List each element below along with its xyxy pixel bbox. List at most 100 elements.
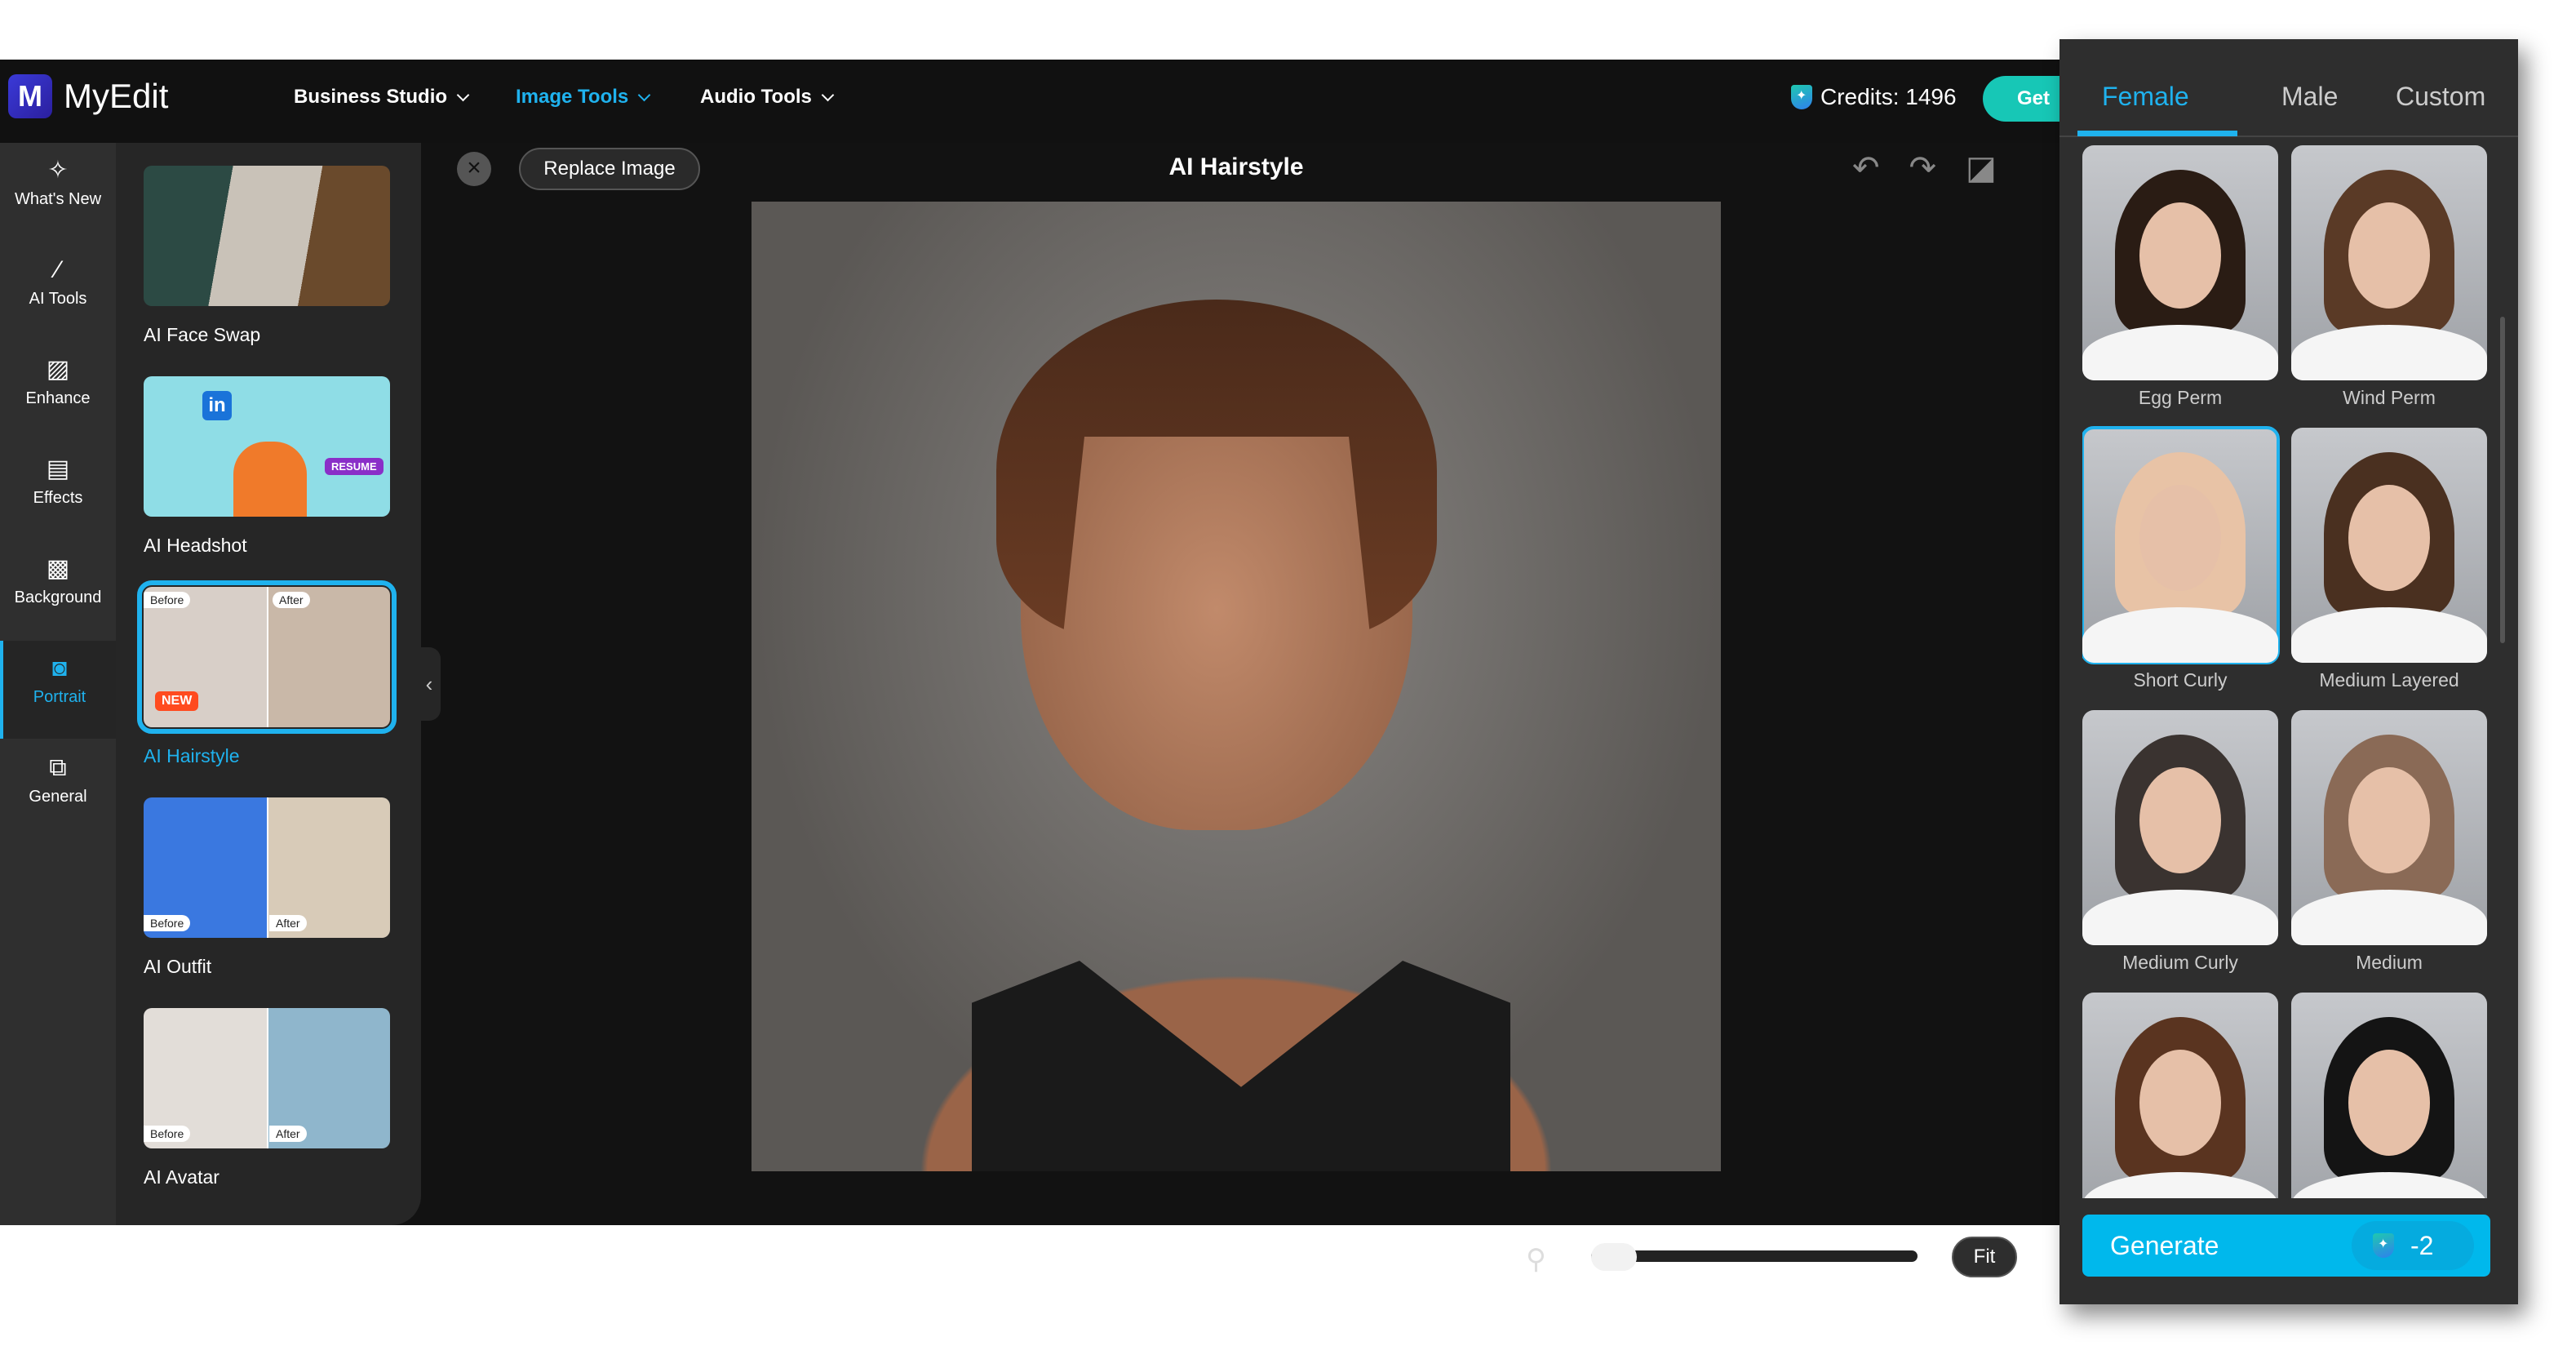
tool-card-avatar[interactable]: Before After AI Avatar: [144, 1008, 390, 1188]
nav-image-tools[interactable]: Image Tools: [516, 86, 651, 109]
headshot-thumbnail: in RESUME: [144, 376, 390, 517]
logo[interactable]: M MyEdit: [8, 74, 168, 118]
sidebar-label: Background: [14, 589, 102, 606]
effects-icon: ▤: [46, 455, 70, 482]
close-icon: ×: [467, 154, 481, 181]
scrollbar[interactable]: [2500, 317, 2505, 643]
undo-icon[interactable]: ↶: [1852, 149, 1880, 187]
face-shape: [2139, 767, 2221, 873]
fit-button[interactable]: Fit: [1952, 1237, 2017, 1277]
chevron-left-icon: ‹: [425, 672, 433, 696]
tool-card-outfit[interactable]: Before After AI Outfit: [144, 797, 390, 978]
portrait-canvas: [752, 202, 1721, 1171]
magic-wand-icon: ⁄: [55, 256, 60, 283]
zoom-slider[interactable]: [1591, 1243, 1918, 1271]
compare-icon[interactable]: ◪: [1966, 149, 1997, 187]
credits-display: Credits: 1496: [1791, 84, 1957, 110]
tool-label: AI Avatar: [144, 1166, 219, 1188]
hairstyle-option[interactable]: Short Curly: [2082, 426, 2280, 691]
sidebar-item-portrait[interactable]: ◙ Portrait: [0, 641, 116, 739]
face-swap-thumbnail: [144, 166, 390, 306]
redo-icon[interactable]: ↷: [1909, 149, 1937, 187]
tool-label: AI Face Swap: [144, 324, 261, 345]
sidebar-label: Enhance: [25, 389, 91, 407]
nav-label: Image Tools: [516, 86, 629, 108]
sidebar-label: Portrait: [33, 688, 86, 706]
tool-card-face-swap[interactable]: AI Face Swap: [144, 166, 390, 346]
close-button[interactable]: ×: [457, 152, 491, 186]
hairstyle-label: Medium Layered: [2319, 669, 2459, 691]
nav-audio-tools[interactable]: Audio Tools: [700, 86, 835, 109]
face-shape: [2139, 1050, 2221, 1156]
credits-label: Credits: 1496: [1820, 84, 1957, 109]
nav-business-studio[interactable]: Business Studio: [294, 86, 470, 109]
chevron-down-icon: [821, 88, 835, 101]
nav-label: Business Studio: [294, 86, 448, 108]
portrait-icon: ◙: [51, 655, 68, 682]
top-bar: M MyEdit Business Studio Image Tools Aud…: [0, 60, 2097, 143]
sidebar-label: AI Tools: [29, 290, 87, 308]
nav-label: Audio Tools: [700, 86, 812, 108]
face-shape: [2139, 485, 2221, 591]
hairstyle-label: Short Curly: [2133, 669, 2228, 691]
hairstyle-panel: Female Male Custom Egg Perm Wind Perm Shor…: [2059, 39, 2518, 1304]
shirt-shape: [2291, 325, 2487, 380]
tab-custom[interactable]: Custom: [2396, 82, 2485, 112]
logo-icon: M: [8, 74, 52, 118]
tool-card-hairstyle[interactable]: Before After NEW AI Hairstyle: [137, 580, 397, 767]
generate-button[interactable]: Generate -2: [2082, 1215, 2490, 1277]
outfit-thumbnail: Before After: [144, 797, 390, 938]
headshot-figure: [233, 442, 307, 517]
sidebar-item-enhance[interactable]: ▨ Enhance: [0, 342, 116, 440]
sidebar-label: What's New: [14, 190, 102, 208]
hairstyle-grid: Egg Perm Wind Perm Short Curly Medium Layer…: [2082, 137, 2498, 1198]
sidebar-label: Effects: [33, 489, 83, 507]
edit-toolbar: ↶ ↷ ◪: [1852, 149, 1997, 187]
face-shape: [2139, 202, 2221, 309]
face-shape: [2348, 485, 2430, 591]
sidebar-item-ai-tools[interactable]: ⁄ AI Tools: [0, 242, 116, 340]
hairstyle-thumbnail: [2082, 426, 2280, 664]
hairstyle-option[interactable]: [2082, 993, 2278, 1198]
hairstyle-thumbnail: [2082, 710, 2278, 945]
tab-female[interactable]: Female: [2102, 82, 2189, 112]
before-tag: Before: [144, 592, 191, 608]
chevron-down-icon: [456, 88, 470, 101]
tool-label: AI Outfit: [144, 956, 212, 977]
hairstyle-option[interactable]: Wind Perm: [2291, 145, 2487, 409]
hairstyle-label: Medium Curly: [2122, 952, 2238, 973]
chevron-down-icon: [637, 88, 651, 101]
sidebar-item-background[interactable]: ▩ Background: [0, 541, 116, 639]
app-window: M MyEdit Business Studio Image Tools Aud…: [0, 60, 2097, 1277]
hairstyle-option[interactable]: Medium Layered: [2291, 428, 2487, 691]
tool-panel: AI Face Swap in RESUME AI Headshot Befor…: [116, 143, 421, 1225]
collapse-panel-button[interactable]: ‹: [418, 647, 441, 721]
hairstyle-option[interactable]: Medium Curly: [2082, 710, 2278, 974]
sparkle-icon: ✧: [47, 157, 69, 184]
credit-shield-icon: [2373, 1233, 2394, 1258]
hairstyle-option[interactable]: Egg Perm: [2082, 145, 2278, 409]
sidebar-item-general[interactable]: ⧉ General: [0, 740, 116, 838]
after-tag: After: [269, 1126, 307, 1142]
hairstyle-thumbnail: [2291, 428, 2487, 663]
face-shape: [2348, 767, 2430, 873]
hairstyle-option[interactable]: Medium: [2291, 710, 2487, 974]
enhance-image-icon: ▨: [46, 356, 70, 383]
shirt-shape: [2291, 607, 2487, 663]
linkedin-icon: in: [202, 391, 232, 420]
sidebar-label: General: [29, 788, 87, 806]
zoom-slider-handle[interactable]: [1591, 1243, 1637, 1271]
tool-card-headshot[interactable]: in RESUME AI Headshot: [144, 376, 390, 557]
hairstyle-option[interactable]: [2291, 993, 2487, 1198]
face-shape: [2348, 202, 2430, 309]
tab-male[interactable]: Male: [2281, 82, 2338, 112]
generate-cost: -2: [2352, 1221, 2474, 1270]
avatar-thumbnail: Before After: [144, 1008, 390, 1148]
generate-label: Generate: [2110, 1231, 2219, 1260]
sidebar-item-whats-new[interactable]: ✧ What's New: [0, 143, 116, 241]
hairstyle-thumbnail: [2291, 145, 2487, 380]
after-tag: After: [269, 915, 307, 931]
sidebar-item-effects[interactable]: ▤ Effects: [0, 442, 116, 540]
replace-image-button[interactable]: Replace Image: [519, 148, 700, 190]
hairstyle-thumbnail: [2291, 710, 2487, 945]
